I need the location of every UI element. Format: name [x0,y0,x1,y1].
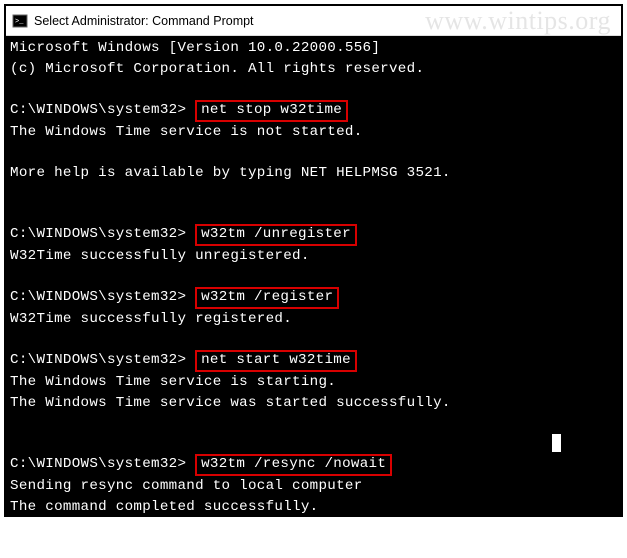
prompt: C:\WINDOWS\system32> [10,289,195,305]
terminal-line: The Windows Time service is starting. [10,372,617,393]
prompt: C:\WINDOWS\system32> [10,540,186,556]
terminal-command-line: C:\WINDOWS\system32> w32tm /resync /nowa… [10,454,617,476]
terminal-line: Microsoft Windows [Version 10.0.22000.55… [10,38,617,59]
terminal-command-line: C:\WINDOWS\system32> net start w32time [10,350,617,372]
titlebar[interactable]: >_ Select Administrator: Command Prompt [6,6,621,36]
terminal-prompt-line[interactable]: C:\WINDOWS\system32> [10,538,617,558]
terminal-blank [10,413,617,434]
highlighted-command: net start w32time [195,350,357,372]
prompt: C:\WINDOWS\system32> [10,456,195,472]
terminal-blank [10,330,617,351]
terminal-command-line: C:\WINDOWS\system32> w32tm /register [10,287,617,309]
terminal-line: More help is available by typing NET HEL… [10,163,617,184]
prompt: C:\WINDOWS\system32> [10,352,195,368]
terminal-line: The command completed successfully. [10,497,617,518]
highlighted-command: w32tm /unregister [195,224,357,246]
highlighted-command: net stop w32time [195,100,348,122]
terminal-blank [10,267,617,288]
terminal-line: W32Time successfully unregistered. [10,246,617,267]
terminal-line: The Windows Time service was started suc… [10,393,617,414]
cmd-icon: >_ [12,13,28,29]
terminal-blank [10,183,617,204]
terminal-blank [10,204,617,225]
svg-text:>_: >_ [15,18,24,26]
terminal-blank [10,517,617,538]
window-title: Select Administrator: Command Prompt [34,14,254,28]
highlighted-command: w32tm /resync /nowait [195,454,392,476]
terminal-blank [10,79,617,100]
terminal-line: Sending resync command to local computer [10,476,617,497]
text-cursor [552,434,561,452]
terminal-command-line: C:\WINDOWS\system32> w32tm /unregister [10,224,617,246]
terminal-blank [10,142,617,163]
terminal-line: The Windows Time service is not started. [10,122,617,143]
prompt: C:\WINDOWS\system32> [10,226,195,242]
terminal-output[interactable]: Microsoft Windows [Version 10.0.22000.55… [6,36,621,515]
highlighted-command: w32tm /register [195,287,339,309]
prompt: C:\WINDOWS\system32> [10,102,195,118]
terminal-line: W32Time successfully registered. [10,309,617,330]
terminal-blank [10,434,617,455]
terminal-command-line: C:\WINDOWS\system32> net stop w32time [10,100,617,122]
terminal-line: (c) Microsoft Corporation. All rights re… [10,59,617,80]
command-prompt-window: >_ Select Administrator: Command Prompt … [4,4,623,517]
